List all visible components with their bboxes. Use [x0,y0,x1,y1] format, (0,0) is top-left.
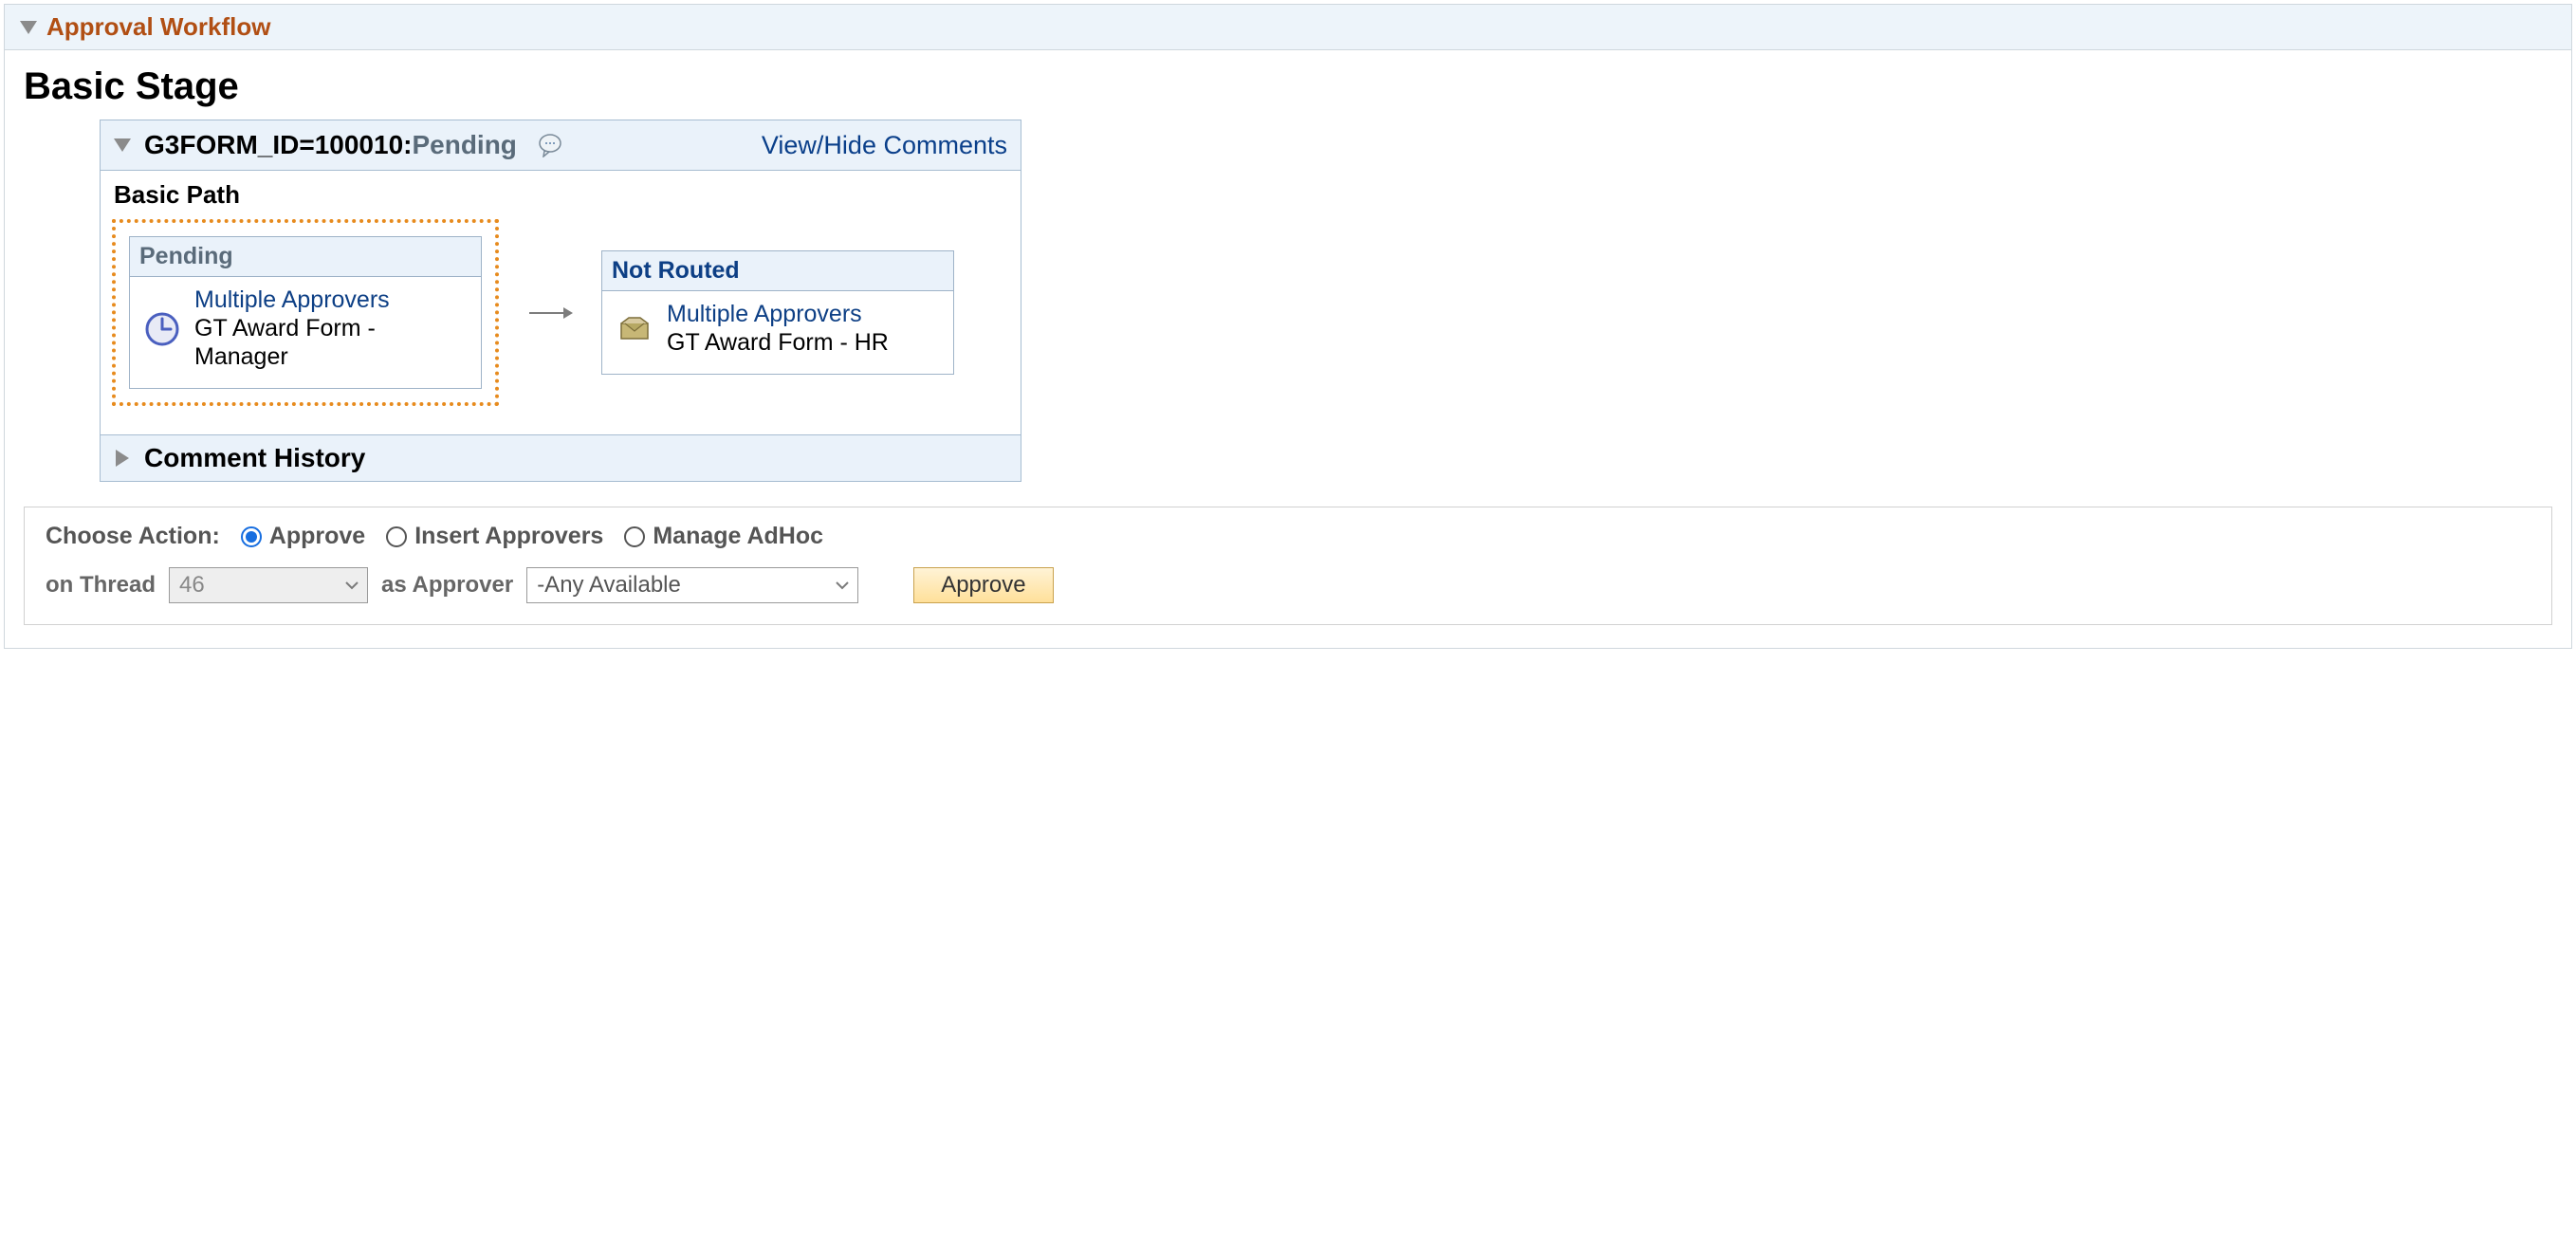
step-card: Not Routed Mult [601,250,954,375]
workflow-form-id: G3FORM_ID=100010:Pending [144,130,517,160]
path-row: Pending Multipl [108,215,1013,406]
comment-history-title: Comment History [144,443,365,473]
step-card: Pending Multipl [129,236,482,389]
multiple-approvers-link[interactable]: Multiple Approvers [194,286,390,313]
radio-adhoc-input[interactable] [624,526,645,547]
speech-bubble-icon [538,133,562,157]
radio-insert-approvers[interactable]: Insert Approvers [386,523,603,550]
radio-insert-label: Insert Approvers [414,523,603,550]
approver-select[interactable]: -Any Available [526,567,858,603]
collapse-icon [20,21,37,34]
action-bar: Choose Action: Approve Insert Approvers … [24,507,2552,625]
chevron-down-icon [835,580,850,591]
comment-history-header[interactable]: Comment History [101,434,1021,481]
clock-icon [143,310,181,348]
workflow-body: Basic Path Pending [101,171,1021,434]
chevron-down-icon [344,580,359,591]
multiple-approvers-link[interactable]: Multiple Approvers [667,301,862,327]
thread-value: 46 [179,572,205,599]
step-role: GT Award Form - HR [667,328,889,357]
approver-value: -Any Available [537,572,681,599]
choose-action-label: Choose Action: [46,523,220,550]
arrow-right-icon [527,304,573,323]
approval-step: Pending Multipl [112,219,499,406]
radio-manage-adhoc[interactable]: Manage AdHoc [624,523,823,550]
view-hide-comments-link[interactable]: View/Hide Comments [762,131,1007,160]
radio-adhoc-label: Manage AdHoc [653,523,823,550]
expand-icon [116,450,129,467]
step-status: Not Routed [602,251,953,291]
on-thread-label: on Thread [46,572,156,599]
radio-approve-input[interactable] [241,526,262,547]
path-title: Basic Path [114,180,1013,210]
panel-body: Basic Stage G3FORM_ID=100010:Pending [5,50,2571,648]
panel-title: Approval Workflow [46,12,270,42]
step-role: GT Award Form - Manager [194,314,468,371]
as-approver-label: as Approver [381,572,513,599]
workflow-status: Pending [412,130,516,159]
thread-select[interactable]: 46 [169,567,368,603]
radio-approve-label: Approve [269,523,365,550]
workflow-header[interactable]: G3FORM_ID=100010:Pending View/Hide Comme… [101,120,1021,171]
stage-title: Basic Stage [24,65,2552,108]
radio-approve[interactable]: Approve [241,523,365,550]
workflow-group: G3FORM_ID=100010:Pending View/Hide Comme… [100,120,1021,482]
approval-step: Not Routed Mult [601,250,954,375]
collapse-icon [114,138,131,152]
step-status: Pending [130,237,481,277]
approve-button[interactable]: Approve [913,567,1053,603]
panel-header[interactable]: Approval Workflow [5,5,2571,50]
inbox-icon [616,310,653,348]
form-id-label: G3FORM_ID=100010: [144,130,412,159]
approval-workflow-panel: Approval Workflow Basic Stage G3FORM_ID=… [4,4,2572,649]
radio-insert-input[interactable] [386,526,407,547]
